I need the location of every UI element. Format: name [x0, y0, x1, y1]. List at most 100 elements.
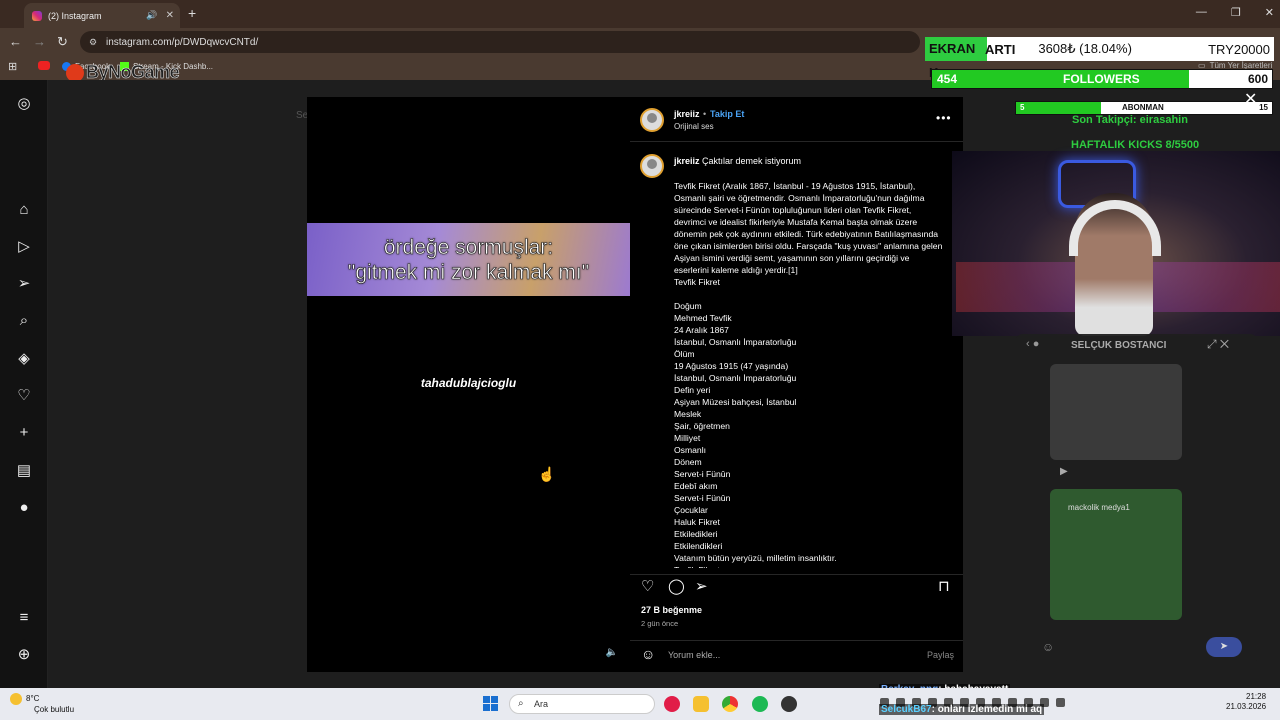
- gpu-price: 3608₺ (18.04%): [1038, 41, 1132, 56]
- weather-sun-icon: [10, 693, 22, 705]
- caption-title: Çaktılar demek istiyorum: [702, 156, 802, 166]
- comment-input[interactable]: Yorum ekle...: [668, 650, 720, 660]
- followers-current: 454: [937, 72, 958, 86]
- separator-dot: •: [703, 109, 707, 119]
- site-info-icon[interactable]: ⚙: [89, 37, 97, 48]
- obs-icon[interactable]: [781, 696, 797, 712]
- follow-button[interactable]: Takip Et: [710, 109, 744, 119]
- back-icon[interactable]: ←: [9, 34, 22, 49]
- kick-chat-text-2: : onları izlemedin mi aq: [931, 704, 1043, 715]
- search-icon[interactable]: ⌕: [14, 311, 34, 331]
- browser-tab[interactable]: (2) Instagram 🔊 ✕: [24, 3, 180, 28]
- close-window-icon[interactable]: ✕: [1265, 6, 1274, 19]
- reload-icon[interactable]: ↻: [57, 34, 68, 50]
- search-placeholder: Ara: [534, 699, 549, 709]
- followers-progress-fill: [932, 70, 1190, 88]
- explore-icon[interactable]: ◈: [14, 349, 34, 369]
- search-magnifier-icon: ⌕: [518, 698, 524, 709]
- weather-desc: Çok bulutlu: [34, 705, 75, 714]
- subs-goal-bar: 5 ABONMAN 15: [1015, 101, 1273, 115]
- minimize-icon[interactable]: —: [1196, 6, 1207, 19]
- subs-goal: 15: [1259, 103, 1268, 112]
- video-play-icon: ▶: [1060, 466, 1068, 477]
- author-avatar[interactable]: [640, 108, 664, 132]
- weather-widget[interactable]: 8°C Çok bulutlu: [10, 693, 74, 715]
- weather-temp: 8°C: [26, 694, 40, 704]
- chat-image-label: mackolik medya1: [1068, 503, 1130, 512]
- save-bookmark-icon[interactable]: ⊓: [938, 577, 950, 595]
- start-button-icon[interactable]: [483, 696, 499, 712]
- speaker-icon[interactable]: 🔊: [146, 10, 157, 21]
- instagram-favicon-icon: [32, 10, 42, 21]
- video-caption-line-2: "gitmek mi zor kalmak mı": [347, 260, 590, 284]
- youtube-bookmark-icon[interactable]: [38, 61, 50, 70]
- more-apps-icon[interactable]: ⊕: [14, 645, 34, 665]
- share-icon[interactable]: ➢: [695, 577, 708, 595]
- forward-icon[interactable]: →: [33, 34, 46, 49]
- video-caption-banner: ördeğe sormuşlar: "gitmek mi zor kalmak …: [307, 223, 630, 296]
- caption-body: Tevfik Fikret (Aralık 1867, İstanbul - 1…: [674, 181, 943, 568]
- subs-label: ABONMAN: [1122, 103, 1164, 112]
- caption-username[interactable]: jkreiiz: [674, 156, 700, 166]
- gpu-label-b: ARTI: [985, 41, 1016, 57]
- url-text: instagram.com/p/DWDqwcvCNTd/: [106, 36, 259, 48]
- more-options-icon[interactable]: •••: [936, 111, 952, 125]
- clock-time: 21:28: [1246, 692, 1267, 701]
- instagram-sidebar: [0, 80, 48, 688]
- caption-avatar[interactable]: [640, 154, 664, 178]
- overlay-close-icon: ✕: [1244, 91, 1258, 108]
- weekly-kicks-text: HAFTALIK KICKS 8/5500: [1071, 139, 1200, 151]
- like-count[interactable]: 27 B beğenme: [641, 605, 702, 615]
- tray-icon[interactable]: [1056, 698, 1065, 707]
- chat-back-icon: ‹ ●: [1026, 338, 1040, 350]
- chat-image-1: [1050, 364, 1182, 460]
- dashboard-icon[interactable]: ▤: [14, 461, 34, 481]
- mouse-pointer-icon: ☝: [538, 466, 556, 482]
- subs-progress-fill: [1016, 102, 1102, 114]
- create-icon[interactable]: +: [14, 423, 34, 443]
- reels-icon[interactable]: ▷: [14, 237, 34, 257]
- chrome-icon[interactable]: [722, 696, 738, 712]
- post-header: [630, 97, 963, 142]
- gpu-target: TRY20000: [1208, 41, 1270, 57]
- instagram-logo-icon[interactable]: ◎: [14, 94, 34, 114]
- taskbar-clock[interactable]: 21:28 21.03.2026: [1226, 692, 1266, 712]
- last-follower-text: Son Takipçi: eirasahin: [1072, 114, 1188, 126]
- followers-goal-bar: 454 FOLLOWERS 600: [931, 69, 1273, 89]
- tab-title: (2) Instagram: [48, 10, 102, 21]
- notifications-icon[interactable]: ♡: [14, 386, 34, 406]
- gpu-label-a: EKRAN K: [925, 37, 987, 80]
- emoji-icon[interactable]: ☺: [641, 646, 655, 662]
- mute-toggle-icon[interactable]: 🔈: [603, 647, 621, 663]
- chat-window-tools-icon: ⤢ ✕: [1207, 337, 1230, 351]
- chat-send-icon: ➤: [1206, 637, 1242, 657]
- spotify-icon[interactable]: [752, 696, 768, 712]
- window-controls: — ❐ ✕: [1196, 6, 1274, 19]
- menu-icon[interactable]: ≡: [14, 608, 34, 628]
- followers-label: FOLLOWERS: [1063, 72, 1140, 86]
- video-watermark: tahadublajcioglu: [420, 376, 517, 390]
- profile-icon[interactable]: ●: [14, 498, 34, 518]
- video-caption-line-1: ördeğe sormuşlar:: [383, 235, 554, 259]
- file-explorer-icon[interactable]: [693, 696, 709, 712]
- messages-icon[interactable]: ➢: [14, 274, 34, 294]
- subs-current: 5: [1020, 103, 1025, 112]
- author-username[interactable]: jkreiiz: [674, 109, 700, 119]
- clock-date: 21.03.2026: [1226, 702, 1267, 711]
- new-tab-button[interactable]: +: [188, 5, 196, 21]
- taskbar-search[interactable]: ⌕ Ara: [509, 694, 655, 714]
- close-tab-icon[interactable]: ✕: [166, 10, 174, 21]
- maximize-icon[interactable]: ❐: [1231, 6, 1241, 19]
- like-icon[interactable]: ♡: [641, 577, 654, 595]
- kick-chat-user-2: SelcukB67: [881, 704, 932, 715]
- chat-emoji-icon: ☺: [1042, 640, 1055, 654]
- chat-image-2: mackolik medya1: [1050, 489, 1182, 620]
- chat-contact-name: SELÇUK BOSTANCI: [1071, 340, 1167, 351]
- post-comment-button[interactable]: Paylaş: [927, 650, 954, 660]
- comment-icon[interactable]: ◯: [668, 577, 685, 595]
- apps-grid-icon[interactable]: ⊞: [8, 60, 17, 73]
- app-icon-1[interactable]: [664, 696, 680, 712]
- audio-label[interactable]: Orijinal ses: [674, 122, 714, 131]
- address-bar[interactable]: ⚙ instagram.com/p/DWDqwcvCNTd/: [80, 31, 920, 53]
- home-icon[interactable]: ⌂: [14, 200, 34, 220]
